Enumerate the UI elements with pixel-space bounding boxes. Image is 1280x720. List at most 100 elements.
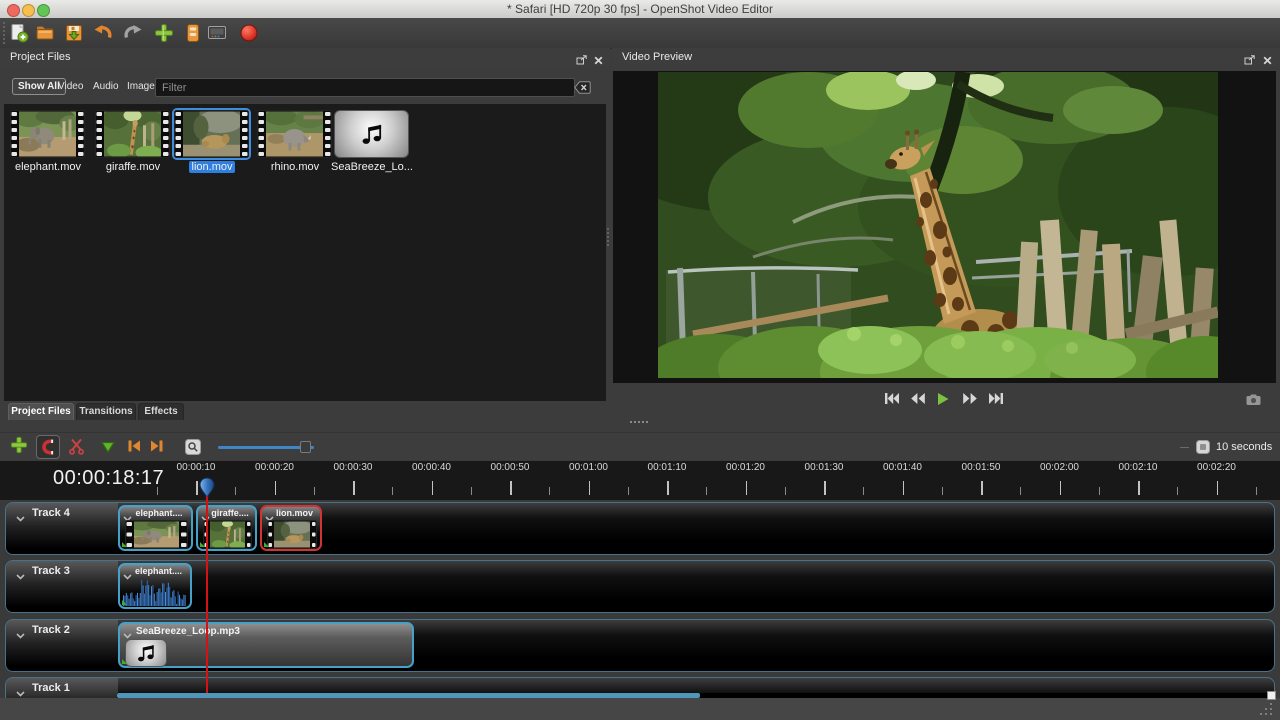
- file-thumbnail: [10, 110, 85, 158]
- next-marker-icon: [151, 440, 163, 452]
- snapping-button[interactable]: [36, 435, 60, 459]
- tab-transitions[interactable]: Transitions: [76, 403, 136, 420]
- ruler-tick: [1216, 481, 1218, 495]
- ruler-tick: [353, 481, 355, 495]
- filter-button-image[interactable]: Image: [127, 81, 155, 92]
- previous-marker-button[interactable]: [126, 438, 144, 456]
- file-item[interactable]: SeaBreeze_Lo...: [331, 110, 413, 176]
- ruler-tick: [1255, 487, 1257, 495]
- project-files-panel-header: Project Files: [0, 48, 610, 66]
- clip-elephant[interactable]: elephant....: [118, 505, 193, 551]
- export-video-button[interactable]: [239, 23, 259, 43]
- fast-forward-button[interactable]: [962, 392, 978, 406]
- new-project-button[interactable]: [9, 23, 29, 43]
- video-preview-panel-title: Video Preview: [622, 51, 693, 63]
- timeline-zoom-slider-handle[interactable]: [300, 441, 311, 453]
- titlebar: * Safari [HD 720p 30 fps] - OpenShot Vid…: [0, 0, 1280, 19]
- timeline-toolbar: 10 seconds: [0, 432, 1280, 461]
- chevron-down-icon[interactable]: [16, 626, 25, 644]
- snapshot-button[interactable]: [1246, 393, 1261, 411]
- ruler-tick: [1138, 481, 1140, 495]
- file-item[interactable]: giraffe.mov: [93, 110, 173, 176]
- ruler-label: 00:01:30: [804, 462, 844, 473]
- playhead-timecode: 00:00:18:17: [53, 467, 165, 489]
- chevron-down-icon[interactable]: [16, 567, 25, 585]
- import-files-button[interactable]: [154, 23, 174, 43]
- video-preview-viewport: [588, 37, 1278, 418]
- clear-filter-button[interactable]: [574, 81, 591, 99]
- float-panel-icon[interactable]: [576, 52, 588, 70]
- clip-label: giraffe....: [211, 508, 249, 518]
- play-icon: [938, 393, 949, 405]
- window-resize-grip[interactable]: [1258, 701, 1274, 720]
- ruler-tick: [1098, 487, 1100, 495]
- previous-marker-icon: [128, 440, 140, 452]
- filter-button-audio[interactable]: Audio: [93, 81, 119, 92]
- add-track-button[interactable]: [10, 436, 28, 454]
- redo-button[interactable]: [123, 23, 143, 43]
- clip-effect-indicator: [122, 600, 127, 605]
- track-name-label: Track 4: [32, 507, 70, 519]
- ruler-tick: [156, 487, 158, 495]
- ruler-tick: [431, 481, 433, 495]
- filter-input[interactable]: [155, 78, 575, 97]
- choose-profile-button[interactable]: [207, 23, 227, 43]
- ruler-label: 00:02:10: [1118, 462, 1158, 473]
- file-name-label: SeaBreeze_Lo...: [331, 161, 413, 173]
- zoom-scale-selector[interactable]: [1196, 440, 1210, 459]
- zoom-scale-icon: [1196, 440, 1210, 454]
- float-panel-icon[interactable]: [1244, 52, 1256, 70]
- undo-button[interactable]: [93, 23, 113, 43]
- add-marker-button[interactable]: [100, 439, 118, 457]
- preview-splitter-handle[interactable]: [630, 421, 650, 423]
- razor-button[interactable]: [68, 437, 86, 455]
- ruler-tick: [588, 481, 590, 495]
- clip-effect-indicator: [122, 542, 127, 547]
- zoom-tool-button[interactable]: [185, 439, 201, 455]
- ruler-label: 00:00:10: [176, 462, 216, 473]
- ruler-label: 00:01:40: [883, 462, 922, 473]
- track-header[interactable]: Track 2: [6, 620, 118, 671]
- ruler-tick: [863, 487, 865, 495]
- scrollbar-corner: [1267, 691, 1276, 700]
- filter-button-video[interactable]: Video: [58, 81, 83, 92]
- save-project-button[interactable]: [64, 23, 84, 43]
- file-thumbnail: [174, 110, 249, 158]
- ruler-label: 00:00:30: [333, 462, 373, 473]
- track-header[interactable]: Track 4: [6, 503, 118, 554]
- clip-seabreeze-loop-mp3[interactable]: SeaBreeze_Loop.mp3: [118, 622, 414, 668]
- play-button[interactable]: [936, 392, 952, 406]
- ruler-tick: [313, 487, 315, 495]
- chevron-down-icon[interactable]: [16, 509, 25, 527]
- file-item[interactable]: elephant.mov: [8, 110, 88, 176]
- file-item[interactable]: rhino.mov: [255, 110, 335, 176]
- clip-lion-mov[interactable]: lion.mov: [260, 505, 322, 551]
- close-panel-icon[interactable]: [1263, 52, 1272, 70]
- jump-to-end-button[interactable]: [988, 392, 1004, 406]
- zoom-scale-label: 10 seconds: [1216, 441, 1273, 453]
- ruler-label: 00:01:20: [726, 462, 765, 473]
- jump-to-end-icon: [989, 393, 1003, 404]
- title-editor-button[interactable]: [183, 23, 203, 43]
- tab-project-files[interactable]: Project Files: [8, 403, 74, 420]
- track-row-track-3: Track 3: [5, 560, 1275, 613]
- ruler-label: 00:02:00: [1040, 462, 1079, 473]
- main-toolbar: [0, 18, 1280, 49]
- track-header[interactable]: Track 3: [6, 561, 118, 612]
- playhead-handle[interactable]: [198, 477, 215, 506]
- close-panel-icon[interactable]: [594, 52, 603, 70]
- timeline-scrollbar-thumb[interactable]: [117, 693, 700, 698]
- next-marker-button[interactable]: [149, 438, 167, 456]
- openshot-window: * Safari [HD 720p 30 fps] - OpenShot Vid…: [0, 0, 1280, 720]
- open-project-button[interactable]: [35, 23, 55, 43]
- file-item[interactable]: lion.mov: [172, 110, 252, 176]
- tab-effects[interactable]: Effects: [138, 403, 184, 420]
- rewind-button[interactable]: [910, 392, 926, 406]
- file-thumbnail: [257, 110, 332, 158]
- jump-to-start-button[interactable]: [884, 392, 900, 406]
- ruler-label: 00:01:00: [569, 462, 608, 473]
- toolbar-drag-handle[interactable]: [3, 22, 5, 44]
- panel-splitter-handle[interactable]: [607, 228, 609, 248]
- clip-elephant[interactable]: elephant....: [118, 563, 192, 609]
- track-name-label: Track 2: [32, 624, 70, 636]
